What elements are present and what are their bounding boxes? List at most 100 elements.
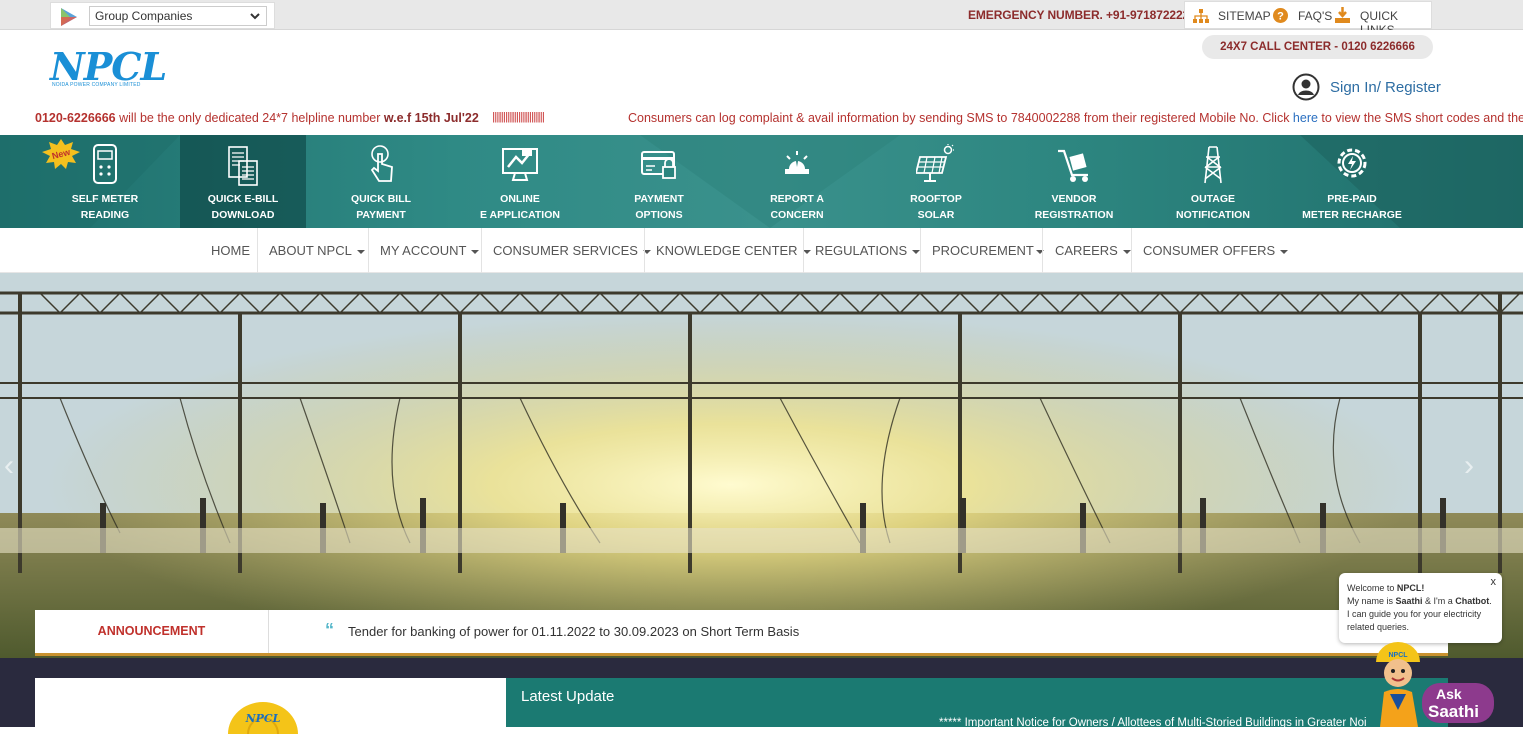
latest-update-panel: Latest Update ***** Important Notice for… [506,678,1448,729]
service-label-line2: E APPLICATION [480,209,560,221]
nav-label: MY ACCOUNT [380,243,467,258]
ticker-sms-end: to view the SMS short codes and their pu… [1321,111,1523,125]
mascot-panel: NPCL [35,678,506,735]
service-quick-ebill-download[interactable]: QUICK E-BILL DOWNLOAD [180,135,306,228]
service-label-line2: REGISTRATION [1034,209,1114,221]
nav-consumer-services[interactable]: CONSUMER SERVICES [493,228,651,273]
ticker-helpline-date: w.e.f 15th Jul'22 [383,111,479,125]
service-label-line2: READING [80,209,130,221]
main-nav: HOME ABOUT NPCL MY ACCOUNT CONSUMER SERV… [0,228,1523,273]
svg-text:?: ? [1277,11,1284,23]
service-label-line1: REPORT A [770,193,824,205]
nav-label: PROCUREMENT [932,243,1034,258]
ticker-sms: Consumers can log complaint & avail info… [628,111,1523,125]
announcement-bar: ANNOUNCEMENT “ Tender for banking of pow… [35,610,1448,656]
content-section: NPCL Latest Update ***** Important Notic… [0,658,1523,735]
mascot-helmet-icon: NPCL [228,702,298,735]
nav-divider [803,228,804,273]
ask-saathi-launcher[interactable]: NPCL Ask Saathi [1368,640,1498,727]
solar-panel-icon [916,144,954,182]
signin-label: Sign In/ Register [1330,79,1441,96]
gear-icon [1337,148,1367,178]
service-label-line2: SOLAR [917,209,955,221]
nav-consumer-offers[interactable]: CONSUMER OFFERS [1143,228,1289,273]
nav-label: CONSUMER SERVICES [493,243,638,258]
nav-divider [920,228,921,273]
service-label-line1: VENDOR [1051,193,1097,205]
chat-brand: NPCL! [1396,583,1425,593]
ticker-helpline-text: will be the only dedicated 24*7 helpline… [115,111,384,125]
alarm-icon [785,151,809,174]
service-quick-bill-payment[interactable]: QUICK BILL PAYMENT [318,135,444,228]
service-rooftop-solar[interactable]: ROOFTOP SOLAR [873,135,999,228]
service-label-line2: CONCERN [770,209,824,221]
service-label-line1: ROOFTOP [910,193,962,205]
nav-careers[interactable]: CAREERS [1055,228,1131,273]
faq-icon: ? [1273,8,1288,23]
chat-welcome: Welcome to [1347,583,1397,593]
chat-name: Saathi [1395,596,1423,606]
service-report-a-concern[interactable]: REPORT A CONCERN [734,135,860,228]
sitemap-icon [1193,9,1209,23]
service-payment-options[interactable]: PAYMENT OPTIONS [596,135,722,228]
service-label-line1: SELF METER [71,193,139,205]
call-center-badge: 24X7 CALL CENTER - 0120 6226666 [1202,35,1433,59]
faqs-link[interactable]: FAQ'S [1298,9,1332,23]
ticker-here-link[interactable]: here [1293,111,1318,125]
service-prepaid-meter-recharge[interactable]: PRE-PAID METER RECHARGE [1289,135,1415,228]
nav-procurement[interactable]: PROCUREMENT [932,228,1044,273]
nav-divider [368,228,369,273]
announcement-label: ANNOUNCEMENT [35,610,269,653]
hero-banner: ‹ › ANNOUNCEMENT “ Tender for banking of… [0,273,1523,658]
mascot-helmet-text: NPCL [245,712,281,725]
nav-label: REGULATIONS [815,243,908,258]
trolley-icon [1058,149,1088,182]
header: NPCL NOIDA POWER COMPANY LIMITED 24X7 CA… [0,30,1523,135]
service-label-line2: DOWNLOAD [211,209,275,221]
service-label-line1: PAYMENT [634,193,684,205]
sitemap-link[interactable]: SITEMAP [1218,9,1271,23]
service-label-line2: NOTIFICATION [1176,209,1250,221]
service-label-line2: OPTIONS [635,209,683,221]
service-online-e-application[interactable]: ONLINE E APPLICATION [457,135,583,228]
logo-subtitle: NOIDA POWER COMPANY LIMITED [52,82,141,88]
latest-update-text[interactable]: ***** Important Notice for Owners / Allo… [939,717,1367,729]
service-label-line2: METER RECHARGE [1302,209,1402,221]
caret-down-icon [471,249,480,254]
close-icon[interactable]: x [1491,576,1497,589]
nav-knowledge-center[interactable]: KNOWLEDGE CENTER [656,228,811,273]
nav-home[interactable]: HOME [211,228,250,273]
nav-divider [1131,228,1132,273]
nav-regulations[interactable]: REGULATIONS [815,228,921,273]
monitor-icon [502,148,538,181]
nav-about-npcl[interactable]: ABOUT NPCL [269,228,365,273]
quote-icon: “ [325,620,334,640]
bill-download-icon [228,146,258,186]
ticker-sms-text: Consumers can log complaint & avail info… [628,111,1293,125]
chat-intro-2: & I'm a [1422,596,1456,606]
service-outage-notification[interactable]: OUTAGE NOTIFICATION [1150,135,1276,228]
group-companies-select[interactable]: Group Companies [89,6,267,26]
nav-divider [1042,228,1043,273]
touch-icon [370,145,393,182]
slider-prev-arrow[interactable]: ‹ [4,449,14,483]
download-icon [1335,7,1350,23]
nav-divider [481,228,482,273]
service-vendor-registration[interactable]: VENDOR REGISTRATION [1011,135,1137,228]
nav-label: CONSUMER OFFERS [1143,243,1276,258]
ticker-helpline: 0120-6226666 will be the only dedicated … [35,111,479,125]
nav-label: HOME [211,243,250,258]
nav-my-account[interactable]: MY ACCOUNT [380,228,480,273]
new-badge: New [42,139,80,169]
quick-links-box: SITEMAP ? FAQ'S QUICK LINKS [1184,1,1432,37]
slider-next-arrow[interactable]: › [1464,449,1474,483]
nav-label: KNOWLEDGE CENTER [656,243,798,258]
service-label-line1: PRE-PAID [1327,193,1377,205]
service-label-line2: PAYMENT [356,209,406,221]
service-label-line1: ONLINE [500,193,540,205]
announcement-text[interactable]: Tender for banking of power for 01.11.20… [348,624,799,639]
nav-divider [644,228,645,273]
quick-services-bar: SELF METER READING New QUICK E-BILL DOWNLO… [0,135,1523,228]
service-label-line1: QUICK E-BILL [207,193,279,205]
ticker-separator: |||||||||||||||||||||||||||| [492,111,545,123]
